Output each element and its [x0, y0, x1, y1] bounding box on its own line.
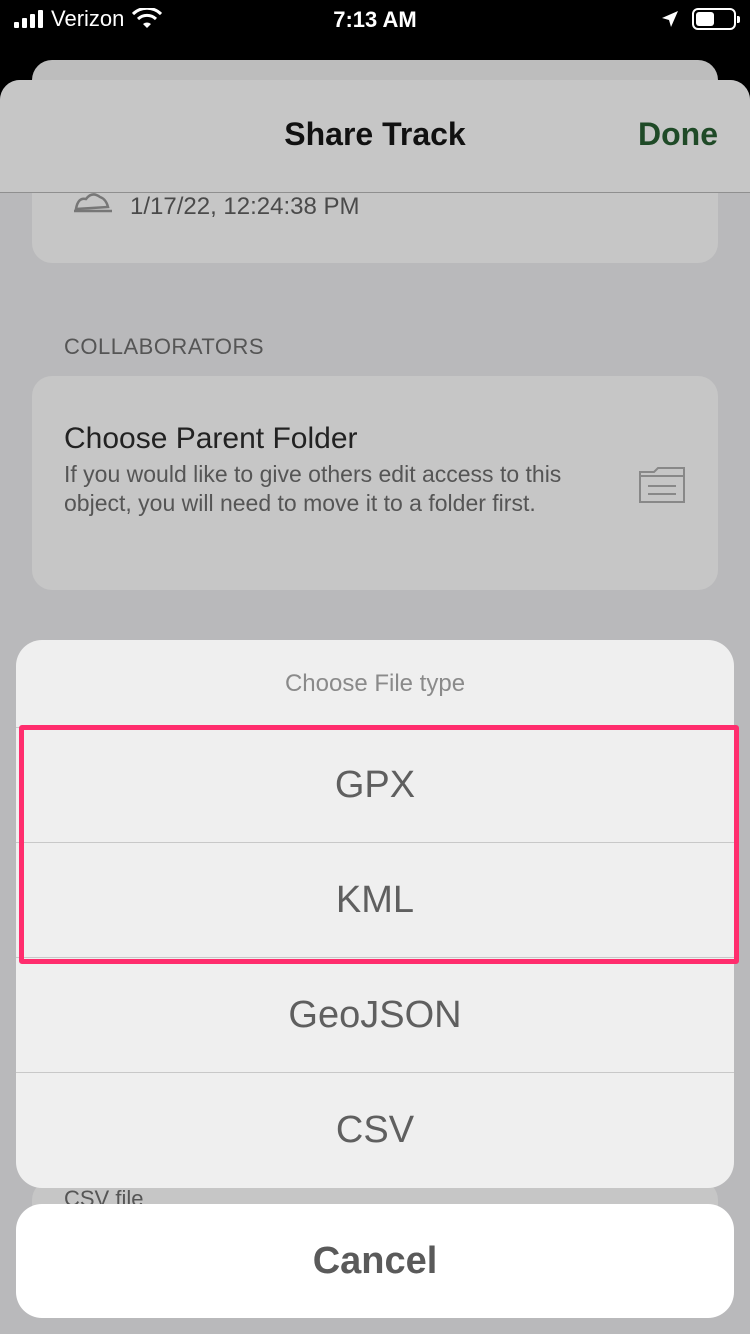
- sheet-header: Share Track Done: [0, 80, 750, 193]
- folder-description: If you would like to give others edit ac…: [64, 461, 562, 516]
- option-geojson[interactable]: GeoJSON: [16, 958, 734, 1073]
- track-date: 1/17/22, 12:24:38 PM: [130, 193, 360, 220]
- folder-icon: [639, 467, 685, 503]
- status-time: 7:13 AM: [333, 7, 417, 32]
- track-info-card: 1/17/22, 12:24:38 PM: [32, 193, 718, 263]
- action-sheet-title: Choose File type: [16, 640, 734, 728]
- file-type-action-sheet: Choose File type GPX KML GeoJSON CSV: [16, 640, 734, 1188]
- cancel-button[interactable]: Cancel: [16, 1204, 734, 1318]
- status-bar: Verizon 7:13 AM: [0, 0, 750, 40]
- battery-icon: [692, 8, 740, 30]
- battery-fill: [696, 12, 714, 26]
- done-button[interactable]: Done: [638, 116, 718, 153]
- option-gpx[interactable]: GPX: [16, 728, 734, 843]
- track-icon: [74, 193, 112, 213]
- folder-title: Choose Parent Folder: [64, 422, 358, 455]
- collaborators-label: COLLABORATORS: [64, 334, 265, 359]
- choose-parent-folder-card[interactable]: Choose Parent Folder If you would like t…: [32, 376, 718, 590]
- location-arrow-icon: [662, 11, 678, 27]
- option-csv[interactable]: CSV: [16, 1073, 734, 1188]
- status-right-group: [660, 8, 740, 30]
- option-kml[interactable]: KML: [16, 843, 734, 958]
